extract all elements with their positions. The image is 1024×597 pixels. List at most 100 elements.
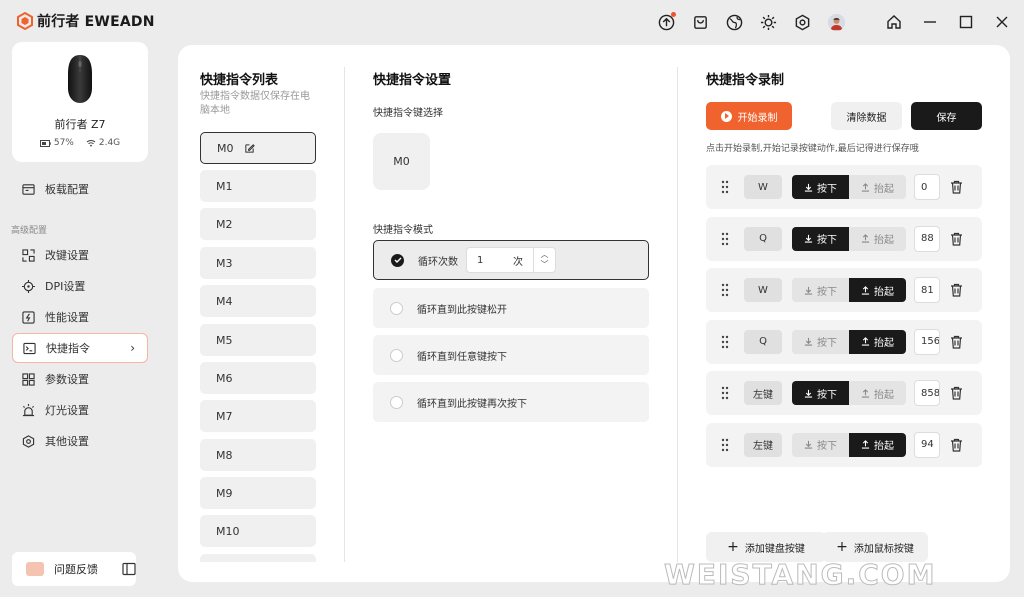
macro-item-m2[interactable]: M2 bbox=[200, 208, 316, 240]
mode-until-any-key[interactable]: 循环直到任意键按下 bbox=[373, 335, 649, 375]
macro-item-m8[interactable]: M8 bbox=[200, 439, 316, 471]
macro-item-m4[interactable]: M4 bbox=[200, 285, 316, 317]
nav-other[interactable]: 其他设置 bbox=[12, 426, 148, 456]
press-option[interactable]: 按下 bbox=[792, 278, 849, 302]
mode-until-press-again[interactable]: 循环直到此按键再次按下 bbox=[373, 382, 649, 422]
user-avatar[interactable] bbox=[825, 11, 847, 33]
macro-item-m10[interactable]: M10 bbox=[200, 515, 316, 547]
mode-until-release[interactable]: 循环直到此按键松开 bbox=[373, 288, 649, 328]
save-button[interactable]: 保存 bbox=[911, 102, 982, 130]
delay-input[interactable]: 81 bbox=[914, 277, 940, 303]
drag-handle-icon[interactable] bbox=[721, 283, 729, 297]
delay-input[interactable]: 0 bbox=[914, 174, 940, 200]
press-option[interactable]: 按下 bbox=[792, 381, 849, 405]
brand-hex-icon bbox=[17, 12, 33, 30]
clear-data-button[interactable]: 清除数据 bbox=[831, 102, 902, 130]
record-key[interactable]: 左键 bbox=[744, 381, 782, 405]
column-divider bbox=[344, 67, 345, 562]
globe-icon[interactable] bbox=[723, 11, 745, 33]
record-key[interactable]: Q bbox=[744, 226, 782, 251]
feedback-button[interactable]: 问题反馈 bbox=[12, 552, 136, 586]
trash-icon[interactable] bbox=[950, 335, 963, 349]
sun-icon[interactable] bbox=[757, 11, 779, 33]
macro-item-m6[interactable]: M6 bbox=[200, 362, 316, 394]
upload-icon[interactable] bbox=[655, 11, 677, 33]
macro-item-m7[interactable]: M7 bbox=[200, 400, 316, 432]
press-option[interactable]: 按下 bbox=[792, 175, 849, 199]
mode-loop-count[interactable]: 循环次数 1 次 ︿ ﹀ bbox=[373, 240, 649, 280]
release-option[interactable]: 抬起 bbox=[849, 381, 906, 405]
release-icon bbox=[861, 440, 870, 449]
release-option[interactable]: 抬起 bbox=[849, 278, 906, 302]
release-option[interactable]: 抬起 bbox=[849, 226, 906, 251]
loop-count-input[interactable]: 1 次 ︿ ﹀ bbox=[466, 247, 556, 273]
loop-count-stepper[interactable]: ︿ ﹀ bbox=[533, 248, 555, 272]
macro-item-m9[interactable]: M9 bbox=[200, 477, 316, 509]
maximize-icon[interactable] bbox=[954, 10, 978, 34]
release-option[interactable]: 抬起 bbox=[849, 329, 906, 354]
drag-handle-icon[interactable] bbox=[721, 335, 729, 349]
macro-item-m5[interactable]: M5 bbox=[200, 324, 316, 356]
delay-input[interactable]: 88 bbox=[914, 225, 940, 252]
nav-macro[interactable]: 快捷指令 › bbox=[12, 333, 148, 363]
grid-icon bbox=[22, 372, 35, 386]
close-icon[interactable] bbox=[990, 10, 1014, 34]
bag-icon[interactable] bbox=[689, 11, 711, 33]
record-key[interactable]: W bbox=[744, 175, 782, 199]
drag-handle-icon[interactable] bbox=[721, 386, 729, 400]
trash-icon[interactable] bbox=[950, 438, 963, 452]
record-row: 左键 按下 抬起 858 bbox=[706, 371, 982, 415]
record-key[interactable]: W bbox=[744, 278, 782, 302]
delay-input[interactable]: 858 bbox=[914, 380, 940, 406]
drag-handle-icon[interactable] bbox=[721, 180, 729, 194]
press-option[interactable]: 按下 bbox=[792, 226, 849, 251]
release-option[interactable]: 抬起 bbox=[849, 432, 906, 457]
nav-dpi[interactable]: DPI设置 bbox=[12, 271, 148, 301]
macro-item-partial bbox=[200, 554, 316, 562]
release-option[interactable]: 抬起 bbox=[849, 175, 906, 199]
trash-icon[interactable] bbox=[950, 386, 963, 400]
edit-icon[interactable] bbox=[244, 143, 255, 154]
record-key[interactable]: 左键 bbox=[744, 432, 782, 457]
recording-title: 快捷指令录制 bbox=[706, 73, 785, 88]
nav-params[interactable]: 参数设置 bbox=[12, 364, 148, 394]
nav-performance[interactable]: 性能设置 bbox=[12, 302, 148, 332]
nav-keymap[interactable]: 改键设置 bbox=[12, 240, 148, 270]
press-icon bbox=[804, 286, 813, 295]
radio-icon bbox=[390, 395, 403, 409]
macro-item-m3[interactable]: M3 bbox=[200, 247, 316, 279]
start-record-button[interactable]: 开始录制 bbox=[706, 102, 792, 130]
sidebar-toggle-icon[interactable] bbox=[122, 562, 136, 576]
trash-icon[interactable] bbox=[950, 232, 963, 246]
device-name: 前行者 Z7 bbox=[54, 118, 106, 131]
chevron-up-icon[interactable]: ︿ bbox=[541, 250, 549, 260]
nav-lighting[interactable]: 灯光设置 bbox=[12, 395, 148, 425]
nav-board-config[interactable]: 板载配置 bbox=[12, 174, 148, 204]
press-icon bbox=[804, 389, 813, 398]
press-icon bbox=[804, 337, 813, 346]
settings-icon[interactable] bbox=[791, 11, 813, 33]
main-panel: 快捷指令列表 快捷指令数据仅保存在电 脑本地 M0 M1 M2 M3 M4 M5… bbox=[178, 45, 1010, 582]
trash-icon[interactable] bbox=[950, 283, 963, 297]
record-key[interactable]: Q bbox=[744, 329, 782, 354]
press-option[interactable]: 按下 bbox=[792, 432, 849, 457]
drag-handle-icon[interactable] bbox=[721, 232, 729, 246]
battery-icon bbox=[39, 139, 51, 147]
connection-status: 2.4G bbox=[86, 138, 120, 148]
macro-item-m0[interactable]: M0 bbox=[200, 132, 316, 164]
delay-input[interactable]: 94 bbox=[914, 431, 940, 458]
chevron-down-icon[interactable]: ﹀ bbox=[541, 260, 549, 270]
delay-input[interactable]: 156 bbox=[914, 328, 940, 355]
press-option[interactable]: 按下 bbox=[792, 329, 849, 354]
home-icon[interactable] bbox=[882, 10, 906, 34]
keymap-icon bbox=[22, 248, 35, 262]
macro-item-m1[interactable]: M1 bbox=[200, 170, 316, 202]
record-row: W 按下 抬起 81 bbox=[706, 268, 982, 312]
press-icon bbox=[804, 183, 813, 192]
minimize-icon[interactable] bbox=[918, 10, 942, 34]
macro-key-select[interactable]: M0 bbox=[373, 133, 430, 190]
trash-icon[interactable] bbox=[950, 180, 963, 194]
drag-handle-icon[interactable] bbox=[721, 438, 729, 452]
record-row: Q 按下 抬起 156 bbox=[706, 319, 982, 364]
avatar-icon bbox=[827, 13, 845, 31]
